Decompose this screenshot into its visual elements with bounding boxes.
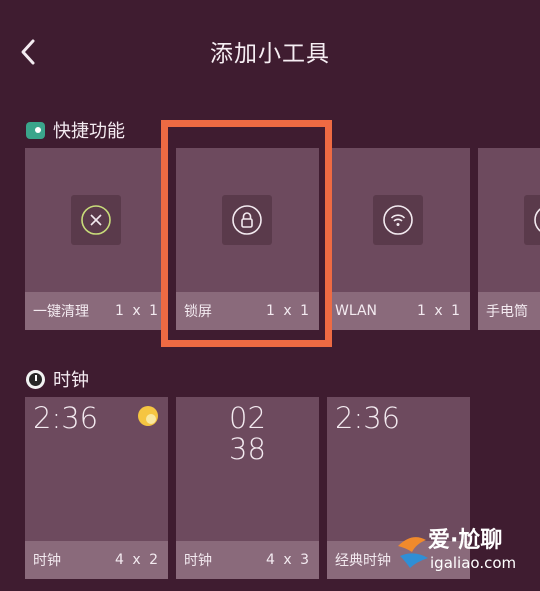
tile-name: 锁屏 xyxy=(184,304,212,320)
widget-tile-flashlight[interactable]: 手电筒 xyxy=(478,148,540,330)
wifi-icon xyxy=(383,205,413,235)
section-quick-functions: 快捷功能 xyxy=(26,117,125,143)
header: 添加小工具 xyxy=(0,0,540,100)
watermark-text: 爱·尬聊 xyxy=(428,528,503,553)
widget-tile-clean[interactable]: 一键清理 1 x 1 xyxy=(25,148,168,330)
widget-tile-lock[interactable]: 锁屏 1 x 1 xyxy=(176,148,319,330)
flashlight-icon xyxy=(534,208,540,232)
page-title: 添加小工具 xyxy=(210,41,330,67)
clock-hour: 02 xyxy=(229,401,266,435)
clock-icon xyxy=(26,369,45,389)
widget-tile-clock-4x2[interactable]: 2:36 时钟 4 x 2 xyxy=(25,397,168,579)
weather-sun-icon xyxy=(138,406,158,426)
lock-icon-box xyxy=(222,195,272,245)
tile-size: 4 x 3 xyxy=(266,552,311,568)
tile-footer: 手电筒 xyxy=(478,292,540,330)
tile-size: 1 x 1 xyxy=(266,303,311,319)
tile-name: 手电筒 xyxy=(486,304,528,320)
tile-name: 时钟 xyxy=(33,553,61,569)
toggle-icon xyxy=(26,121,45,139)
tile-size: 4 x 2 xyxy=(115,552,160,568)
section-label: 时钟 xyxy=(53,370,89,391)
section-label: 快捷功能 xyxy=(53,121,125,142)
tile-footer: 一键清理 1 x 1 xyxy=(25,292,168,330)
wifi-icon-box xyxy=(373,195,423,245)
tile-size: 1 x 1 xyxy=(115,303,160,319)
clock-minute: 38 xyxy=(229,432,266,466)
tile-footer: 时钟 4 x 2 xyxy=(25,541,168,579)
tile-name: WLAN xyxy=(335,303,378,319)
clock-time: 2:36 xyxy=(335,401,401,435)
watermark: 爱·尬聊 igaliao.com xyxy=(394,520,540,585)
tile-name: 经典时钟 xyxy=(335,553,391,569)
tile-footer: WLAN 1 x 1 xyxy=(327,292,470,330)
widget-tile-clock-4x3[interactable]: 02 38 时钟 4 x 3 xyxy=(176,397,319,579)
lock-icon xyxy=(232,205,262,235)
clean-x-icon xyxy=(81,205,111,235)
clock-time: 2:36 xyxy=(33,401,99,435)
section-clock: 时钟 xyxy=(26,366,89,392)
bird-logo-icon xyxy=(398,537,428,568)
flashlight-icon-box xyxy=(524,195,540,245)
widget-tile-wlan[interactable]: WLAN 1 x 1 xyxy=(327,148,470,330)
tile-size: 1 x 1 xyxy=(417,303,462,319)
clean-icon-box xyxy=(71,195,121,245)
tile-footer: 时钟 4 x 3 xyxy=(176,541,319,579)
tile-name: 时钟 xyxy=(184,553,212,569)
tile-name: 一键清理 xyxy=(33,304,89,320)
tile-footer: 锁屏 1 x 1 xyxy=(176,292,319,330)
watermark-url: igaliao.com xyxy=(430,554,517,572)
